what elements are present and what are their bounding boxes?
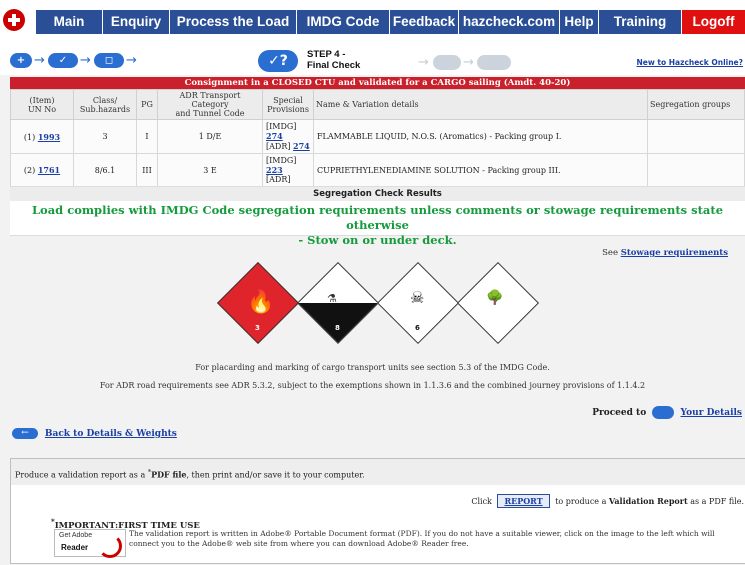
consignment-banner: Consignment in a CLOSED CTU and validate… xyxy=(10,77,745,89)
stowage-line: See Stowage requirements xyxy=(602,248,728,258)
report-click-line: Click REPORT to produce a Validation Rep… xyxy=(471,494,744,508)
col-segregation-groups: Segregation groups xyxy=(647,89,745,120)
cell-special-provisions: [IMDG] 223 [ADR] xyxy=(262,153,314,187)
cell-pg: III xyxy=(136,153,158,187)
step-title-label: Final Check xyxy=(307,60,361,71)
table-row: (2) 1761 8/6.1 III 3 E [IMDG] 223 [ADR] C… xyxy=(10,153,745,187)
step-number-label: STEP 4 - xyxy=(307,49,346,60)
cell-segregation xyxy=(647,119,745,154)
cell-adr: 3 E xyxy=(157,153,263,187)
special-provision-link[interactable]: 223 xyxy=(266,165,283,175)
placard-number: 3 xyxy=(255,324,260,332)
cell-special-provisions: [IMDG] 274 [ADR] 274 xyxy=(262,119,314,154)
arrow-right-icon: → xyxy=(463,55,474,70)
special-provision-link[interactable]: 274 xyxy=(266,131,283,141)
cell-adr: 1 D/E xyxy=(157,119,263,154)
segregation-message: Load complies with IMDG Code segregation… xyxy=(31,203,724,247)
nav-process-load-button[interactable]: Process the Load xyxy=(170,10,297,34)
corrosive-symbol-icon: ⚗ xyxy=(327,292,337,305)
nav-feedback-button[interactable]: Feedback xyxy=(390,10,459,34)
col-un-no: (Item) UN No xyxy=(10,89,74,120)
report-button[interactable]: REPORT xyxy=(497,494,550,508)
segregation-results-box: Segregation Check Results Load complies … xyxy=(10,186,745,247)
proceed-line: Proceed to Your Details xyxy=(592,406,742,419)
adr-note: For ADR road requirements see ADR 5.3.2,… xyxy=(99,381,646,390)
adobe-logo-icon xyxy=(98,534,122,558)
nav-enquiry-button[interactable]: Enquiry xyxy=(103,10,170,34)
dead-tree-fish-icon: 🌳 xyxy=(486,290,504,306)
nav-help-button[interactable]: Help xyxy=(560,10,599,34)
col-adr: ADR Transport Category and Tunnel Code xyxy=(157,89,263,120)
your-details-link[interactable]: Your Details xyxy=(681,408,743,418)
arrow-right-icon: → xyxy=(80,53,91,68)
back-arrow-icon[interactable]: ← xyxy=(12,428,38,439)
cell-class: 3 xyxy=(73,119,137,154)
get-adobe-reader-button[interactable]: Get Adobe Reader xyxy=(54,529,126,558)
table-header-row: (Item) UN No Class/Sub.hazards PG ADR Tra… xyxy=(10,89,745,120)
cell-un: (1) 1993 xyxy=(10,119,74,154)
special-provision-link[interactable]: 274 xyxy=(293,141,310,151)
step6-documents-icon xyxy=(477,55,511,70)
step5-details-icon xyxy=(433,55,461,70)
col-name: Name & Variation details xyxy=(313,89,648,120)
nav-logoff-button[interactable]: Logoff xyxy=(682,10,745,34)
skull-icon: ☠ xyxy=(410,288,425,307)
arrow-right-icon: → xyxy=(126,53,137,68)
new-to-hazcheck-link[interactable]: New to Hazcheck Online? xyxy=(636,58,743,67)
top-navigation-bar: Main Enquiry Process the Load IMDG Code … xyxy=(0,0,745,37)
cell-segregation xyxy=(647,153,745,187)
placard-number: 8 xyxy=(335,324,340,332)
nav-imdg-code-button[interactable]: IMDG Code xyxy=(297,10,390,34)
cell-name: FLAMMABLE LIQUID, N.O.S. (Aromatics) - P… xyxy=(313,119,648,154)
cell-class: 8/6.1 xyxy=(73,153,137,187)
nav-main-button[interactable]: Main xyxy=(36,10,103,34)
consignment-table: (Item) UN No Class/Sub.hazards PG ADR Tra… xyxy=(10,89,745,187)
flame-icon: 🔥 xyxy=(247,290,275,315)
placard-number: 6 xyxy=(415,324,420,332)
un-number-link[interactable]: 1993 xyxy=(38,132,60,142)
adobe-line1: Get Adobe xyxy=(59,532,93,539)
arrow-right-icon: → xyxy=(418,55,429,70)
arrow-right-icon: → xyxy=(34,53,45,68)
col-pg: PG xyxy=(136,89,158,120)
col-class: Class/Sub.hazards xyxy=(73,89,137,120)
table-row: (1) 1993 3 I 1 D/E [IMDG] 274 [ADR] 274 F… xyxy=(10,119,745,154)
back-line: ← Back to Details & Weights xyxy=(12,428,177,439)
step1-add-icon[interactable]: + xyxy=(10,53,32,68)
col-special-provisions: Special Provisions xyxy=(262,89,314,120)
placards-row: 🔥 3 ⚗ 8 ☠ 6 🌳 xyxy=(216,261,547,350)
report-intro: Produce a validation report as a *PDF fi… xyxy=(11,459,745,485)
stowage-requirements-link[interactable]: Stowage requirements xyxy=(621,248,728,258)
nav-training-button[interactable]: Training xyxy=(599,10,682,34)
cell-pg: I xyxy=(136,119,158,154)
your-details-step-icon[interactable] xyxy=(652,406,675,419)
hazcheck-logo-icon xyxy=(3,9,25,31)
step4-final-check-icon: ✓? xyxy=(258,50,298,72)
cell-un: (2) 1761 xyxy=(10,153,74,187)
adobe-line2: Reader xyxy=(61,543,89,552)
step3-weights-icon[interactable]: ◻ xyxy=(94,53,124,68)
step2-edit-icon[interactable]: ✓ xyxy=(48,53,78,68)
important-text: The validation report is written in Adob… xyxy=(129,529,715,548)
back-to-details-link[interactable]: Back to Details & Weights xyxy=(45,429,177,439)
nav-hazcheck-com-button[interactable]: hazcheck.com xyxy=(459,10,560,34)
un-number-link[interactable]: 1761 xyxy=(38,165,60,175)
placarding-note: For placarding and marking of cargo tran… xyxy=(195,363,550,372)
report-panel: Produce a validation report as a *PDF fi… xyxy=(10,458,745,564)
segregation-heading: Segregation Check Results xyxy=(10,187,745,201)
cell-name: CUPRIETHYLENEDIAMINE SOLUTION - Packing … xyxy=(313,153,648,187)
